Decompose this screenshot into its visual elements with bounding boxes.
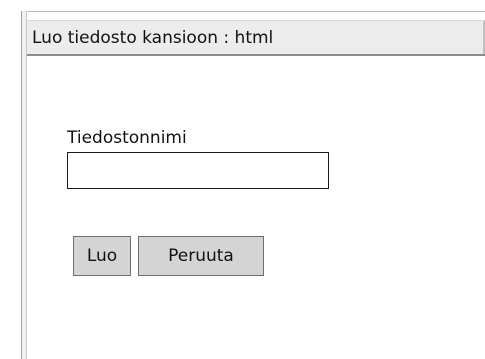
frame-top-border <box>21 11 485 12</box>
dialog-title: Luo tiedosto kansioon : html <box>32 28 274 48</box>
filename-input[interactable] <box>67 152 329 189</box>
frame-left-border <box>21 11 27 359</box>
cancel-button[interactable]: Peruuta <box>138 236 264 276</box>
create-file-dialog: Luo tiedosto kansioon : html Tiedostonni… <box>0 0 485 359</box>
dialog-title-bar: Luo tiedosto kansioon : html <box>27 20 485 56</box>
create-button[interactable]: Luo <box>73 236 131 276</box>
filename-label: Tiedostonnimi <box>67 128 187 148</box>
